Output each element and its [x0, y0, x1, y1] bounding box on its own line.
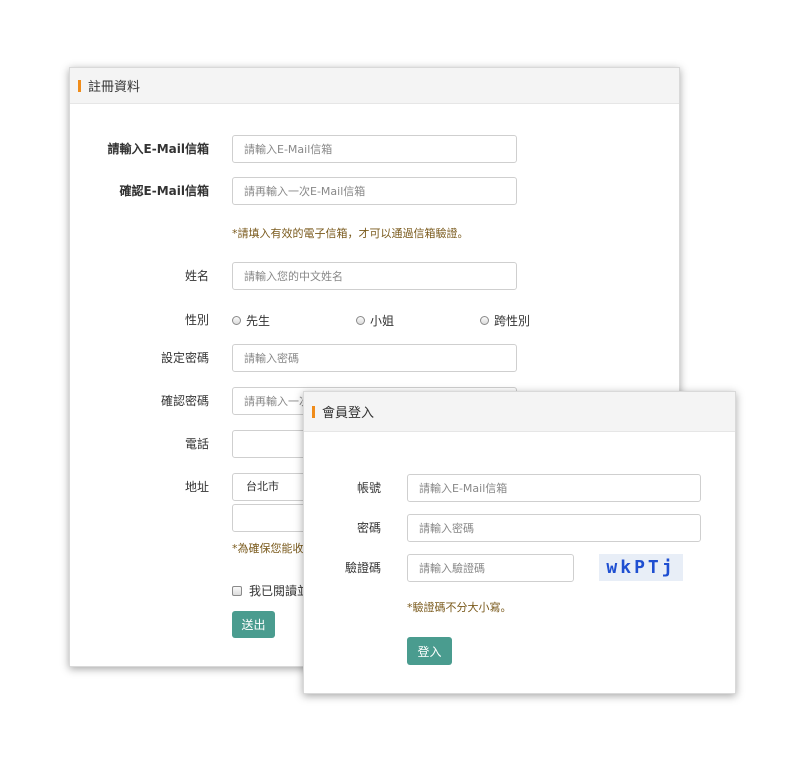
email-input[interactable] [232, 135, 517, 163]
name-row: 姓名 [70, 262, 679, 290]
confirm-email-label: 確認E-Mail信箱 [119, 184, 209, 198]
login-password-input[interactable] [407, 514, 701, 542]
agree-checkbox-row[interactable]: 我已閱讀並 [232, 582, 309, 599]
phone-label: 電話 [184, 437, 209, 451]
account-input[interactable] [407, 474, 701, 502]
captcha-image: wkPTj [599, 554, 683, 581]
header-accent-bar [312, 405, 315, 418]
confirm-password-label: 確認密碼 [160, 394, 209, 408]
agree-checkbox[interactable] [232, 585, 242, 596]
email-row: 請輸入E-Mail信箱 [70, 135, 679, 163]
submit-button[interactable]: 送出 [232, 611, 275, 638]
password-label: 設定密碼 [160, 351, 209, 365]
register-title: 註冊資料 [88, 80, 141, 95]
radio-circle-icon [232, 315, 241, 325]
account-row: 帳號 [304, 474, 735, 502]
login-password-row: 密碼 [304, 514, 735, 542]
email-hint: *請填入有效的電子信箱，才可以通過信箱驗證。 [232, 227, 469, 240]
gender-option-label: 小姐 [370, 313, 395, 328]
gender-radio-ms[interactable]: 小姐 [356, 306, 394, 334]
account-label: 帳號 [356, 481, 381, 495]
login-password-label: 密碼 [356, 521, 381, 535]
email-label: 請輸入E-Mail信箱 [107, 142, 209, 156]
login-panel-header: 會員登入 [304, 392, 735, 432]
gender-option-label: 跨性別 [494, 313, 531, 328]
gender-label: 性別 [184, 313, 209, 327]
gender-option-label: 先生 [246, 313, 271, 328]
captcha-hint: *驗證碼不分大小寫。 [407, 601, 512, 614]
captcha-label: 驗證碼 [344, 561, 381, 575]
login-panel: 會員登入 帳號 密碼 驗證碼 wkPTj *驗證碼不分大小寫。 登入 [303, 391, 736, 694]
name-label: 姓名 [184, 269, 209, 283]
gender-radio-transgender[interactable]: 跨性別 [480, 306, 530, 334]
radio-circle-icon [480, 315, 489, 325]
gender-row: 性別 先生 小姐 跨性別 [70, 306, 679, 334]
confirm-email-input[interactable] [232, 177, 517, 205]
captcha-input[interactable] [407, 554, 574, 582]
register-panel-header: 註冊資料 [70, 68, 679, 104]
gender-radio-mr[interactable]: 先生 [232, 306, 270, 334]
password-input[interactable] [232, 344, 517, 372]
login-title: 會員登入 [322, 406, 375, 421]
confirm-email-row: 確認E-Mail信箱 [70, 177, 679, 205]
address-label: 地址 [184, 480, 209, 494]
radio-circle-icon [356, 315, 365, 325]
login-button[interactable]: 登入 [407, 637, 452, 665]
address-hint: *為確保您能收 [232, 542, 304, 555]
name-input[interactable] [232, 262, 517, 290]
password-row: 設定密碼 [70, 344, 679, 372]
agree-label: 我已閱讀並 [249, 584, 310, 598]
header-accent-bar [78, 79, 81, 92]
